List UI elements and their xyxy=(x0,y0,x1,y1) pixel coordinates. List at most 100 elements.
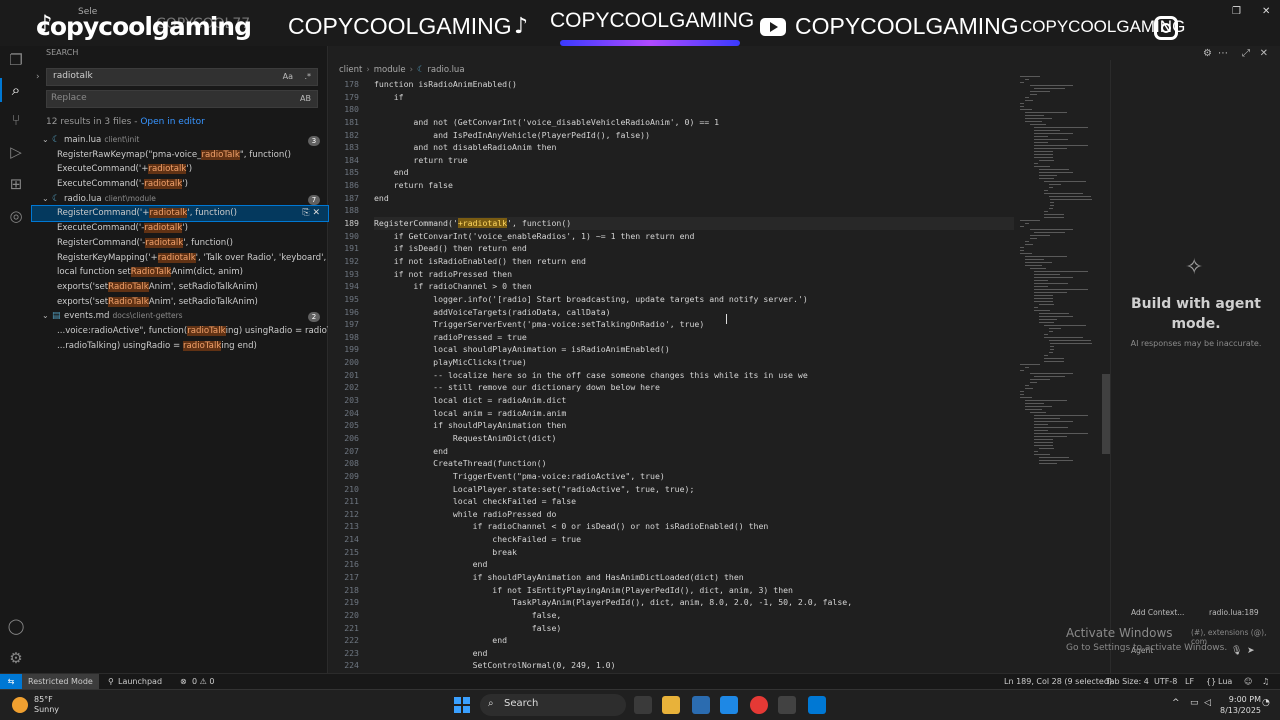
search-match-row[interactable]: ExecuteCommand('-radiotalk') xyxy=(32,177,328,192)
code-line[interactable]: if xyxy=(374,91,1014,104)
notepad-icon[interactable] xyxy=(720,696,738,714)
close-panel-icon[interactable]: ✕ xyxy=(1260,48,1268,59)
code-line[interactable]: RegisterCommand('+radiotalk', function() xyxy=(374,217,1014,230)
code-line[interactable]: false) xyxy=(374,622,1014,635)
send-icon[interactable]: ➤ xyxy=(1247,646,1255,656)
task-view-icon[interactable] xyxy=(634,696,652,714)
search-match-row[interactable]: ...voice:radioActive", function(radioTal… xyxy=(32,324,328,339)
context-file-chip[interactable]: radio.lua:189 xyxy=(1209,608,1259,617)
code-line[interactable] xyxy=(374,204,1014,217)
code-line[interactable]: playMicClicks(true) xyxy=(374,356,1014,369)
result-file[interactable]: ⌄ ☾ radio.lua client\module 7 xyxy=(32,192,328,207)
code-line[interactable]: function isRadioAnimEnabled() xyxy=(374,78,1014,91)
editor-scrollbar[interactable] xyxy=(1102,374,1110,454)
volume-icon[interactable]: ◁ xyxy=(1204,698,1211,708)
code-line[interactable]: if shouldPlayAnimation and HasAnimDictLo… xyxy=(374,571,1014,584)
code-line[interactable]: local shouldPlayAnimation = isRadioAnimE… xyxy=(374,343,1014,356)
add-context-button[interactable]: Add Context... xyxy=(1131,608,1184,617)
maximize-panel-icon[interactable]: ⤢ xyxy=(1242,48,1250,59)
code-line[interactable]: TriggerServerEvent('pma-voice:setTalking… xyxy=(374,318,1014,331)
account-icon[interactable]: ◯ xyxy=(6,616,26,636)
preserve-case-toggle[interactable]: AB xyxy=(300,94,311,103)
code-line[interactable]: end xyxy=(374,445,1014,458)
code-line[interactable] xyxy=(374,103,1014,116)
end-of-line[interactable]: LF xyxy=(1185,674,1194,689)
weather-sun-icon[interactable] xyxy=(12,697,28,713)
code-line[interactable]: CreateThread(function() xyxy=(374,457,1014,470)
copilot-icon[interactable]: ☺ xyxy=(1244,674,1252,689)
code-line[interactable]: while radioPressed do xyxy=(374,508,1014,521)
code-line[interactable]: RequestAnimDict(dict) xyxy=(374,432,1014,445)
windows-start-icon[interactable] xyxy=(454,697,470,713)
layout-gear-icon[interactable]: ⚙ xyxy=(1203,48,1212,59)
code-line[interactable]: false, xyxy=(374,609,1014,622)
search-match-row[interactable]: ExecuteCommand('+radiotalk') xyxy=(32,162,328,177)
dismiss-icon[interactable]: ✕ xyxy=(312,208,320,218)
code-line[interactable]: end xyxy=(374,166,1014,179)
code-line[interactable]: if GetConvarInt('voice_enableRadios', 1)… xyxy=(374,230,1014,243)
expand-chevron-icon[interactable]: ⌄ xyxy=(42,192,52,207)
close-window-icon[interactable]: ✕ xyxy=(1262,6,1270,17)
explorer-icon[interactable]: ❐ xyxy=(6,50,26,70)
regex-toggle[interactable]: .* xyxy=(304,72,311,81)
code-line[interactable]: logger.info('[radio] Start broadcasting,… xyxy=(374,293,1014,306)
breadcrumb-folder-module[interactable]: module xyxy=(374,65,406,75)
code-line[interactable]: if isDead() then return end xyxy=(374,242,1014,255)
search-input[interactable]: radiotalk Aa .* xyxy=(46,68,318,86)
code-lines[interactable]: function isRadioAnimEnabled() if and not… xyxy=(374,78,1014,685)
replace-input[interactable]: Replace AB xyxy=(46,90,318,108)
weather-widget[interactable]: 85°F Sunny xyxy=(34,695,59,715)
code-line[interactable]: and not (GetConvarInt('voice_disableVehi… xyxy=(374,116,1014,129)
open-in-editor-link[interactable]: Open in editor xyxy=(140,117,204,127)
code-line[interactable]: if radioChannel > 0 then xyxy=(374,280,1014,293)
code-line[interactable]: if not IsEntityPlayingAnim(PlayerPedId()… xyxy=(374,584,1014,597)
code-line[interactable]: if shouldPlayAnimation then xyxy=(374,419,1014,432)
code-line[interactable]: local dict = radioAnim.dict xyxy=(374,394,1014,407)
code-line[interactable]: if not radioPressed then xyxy=(374,268,1014,281)
source-control-icon[interactable]: ⑂ xyxy=(6,110,26,130)
launchpad-button[interactable]: Launchpad xyxy=(118,674,162,689)
code-line[interactable]: local checkFailed = false xyxy=(374,495,1014,508)
tab-size[interactable]: Tab Size: 4 xyxy=(1106,674,1149,689)
remote-indicator-icon[interactable]: ⇆ xyxy=(0,674,22,689)
search-icon[interactable]: ⌕ xyxy=(0,78,26,102)
notification-bell-icon[interactable]: ◔ xyxy=(1262,698,1270,708)
code-line[interactable]: end xyxy=(374,192,1014,205)
search-match-row[interactable]: RegisterCommand('+radiotalk', function()… xyxy=(31,205,329,223)
code-line[interactable]: and IsPedInAnyVehicle(PlayerPedId(), fal… xyxy=(374,129,1014,142)
code-line[interactable]: -- still remove our dictionary down belo… xyxy=(374,381,1014,394)
remote-explorer-icon[interactable]: ◎ xyxy=(6,206,26,226)
code-line[interactable]: if radioChannel < 0 or isDead() or not i… xyxy=(374,520,1014,533)
search-match-row[interactable]: ...radioTalking) usingRadio = radioTalki… xyxy=(32,339,328,354)
search-match-row[interactable]: RegisterRawKeymap("pma-voice_radioTalk",… xyxy=(32,148,328,163)
replace-icon[interactable]: ⎘ xyxy=(302,208,309,218)
code-line[interactable]: radioPressed = true xyxy=(374,331,1014,344)
code-line[interactable]: break xyxy=(374,546,1014,559)
language-mode[interactable]: Lua xyxy=(1218,674,1232,689)
code-line[interactable]: addVoiceTargets(radioData, callData) xyxy=(374,306,1014,319)
expand-chevron-icon[interactable]: ⌄ xyxy=(42,309,52,324)
search-match-row[interactable]: local function setRadioTalkAnim(dict, an… xyxy=(32,265,328,280)
code-line[interactable]: -- localize here so in the off case some… xyxy=(374,369,1014,382)
result-file[interactable]: ⌄ ▤ events.md docs\client-getters 2 xyxy=(32,309,328,324)
code-line[interactable]: end xyxy=(374,558,1014,571)
code-line[interactable]: end xyxy=(374,634,1014,647)
code-line[interactable]: return false xyxy=(374,179,1014,192)
expand-chevron-icon[interactable]: ⌄ xyxy=(42,133,52,148)
code-line[interactable]: local anim = radioAnim.anim xyxy=(374,407,1014,420)
network-icon[interactable]: ▭ xyxy=(1190,698,1199,708)
result-file[interactable]: ⌄ ☾ main.lua client\init 3 xyxy=(32,133,328,148)
run-debug-icon[interactable]: ▷ xyxy=(6,142,26,162)
settings-gear-icon[interactable]: ⚙ xyxy=(6,648,26,668)
minimap[interactable] xyxy=(1020,76,1100,476)
restricted-mode-badge[interactable]: Restricted Mode xyxy=(22,674,99,689)
search-match-row[interactable]: RegisterKeyMapping('+radiotalk', 'Talk o… xyxy=(32,251,328,266)
extensions-icon[interactable]: ⊞ xyxy=(6,174,26,194)
notifications-bell-icon[interactable]: ♫ xyxy=(1262,674,1269,689)
file-encoding[interactable]: UTF-8 xyxy=(1154,674,1177,689)
code-line[interactable]: and not disableRadioAnim then xyxy=(374,141,1014,154)
code-line[interactable]: SetControlNormal(0, 249, 1.0) xyxy=(374,659,1014,672)
search-match-row[interactable]: exports('setRadioTalkAnim', setRadioTalk… xyxy=(32,295,328,310)
code-line[interactable]: if not isRadioEnabled() then return end xyxy=(374,255,1014,268)
search-match-row[interactable]: ExecuteCommand('-radiotalk') xyxy=(32,221,328,236)
